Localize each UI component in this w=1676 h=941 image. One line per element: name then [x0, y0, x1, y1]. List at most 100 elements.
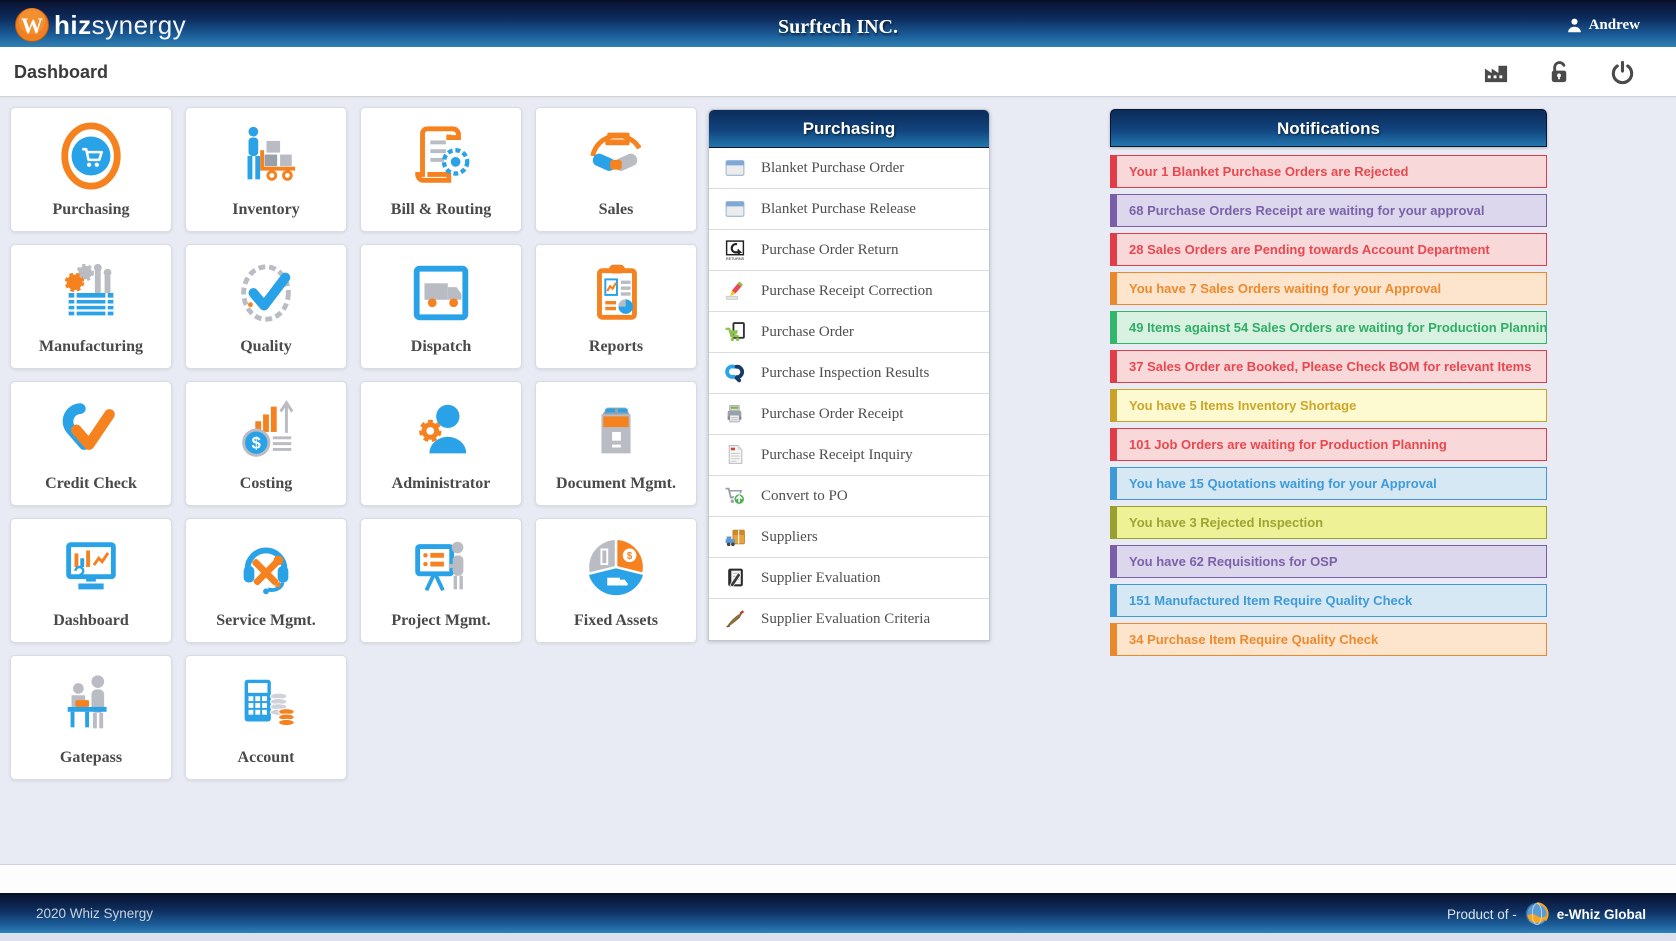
menu-item-supplier-evaluation-criteria[interactable]: Supplier Evaluation Criteria	[709, 599, 989, 640]
module-tile-sales[interactable]: Sales	[535, 107, 697, 232]
box-truck-icon	[724, 526, 746, 548]
menu-item-blanket-purchase-order[interactable]: Blanket Purchase Order	[709, 148, 989, 189]
notification-item[interactable]: 49 Items against 54 Sales Orders are wai…	[1110, 311, 1547, 344]
module-tile-project-mgmt[interactable]: Project Mgmt.	[360, 518, 522, 643]
document-page-icon	[724, 444, 746, 466]
module-tile-costing[interactable]: $ Costing	[185, 381, 347, 506]
tile-label: Project Mgmt.	[391, 612, 490, 630]
notification-item[interactable]: You have 3 Rejected Inspection	[1110, 506, 1547, 539]
footer-spacer	[0, 864, 1676, 893]
menu-item-label: Purchase Receipt Correction	[761, 283, 933, 300]
notification-item[interactable]: You have 15 Quotations waiting for your …	[1110, 467, 1547, 500]
tile-label: Sales	[599, 201, 634, 219]
footer-bar: 2020 Whiz Synergy Product of - e-Whiz Gl…	[0, 893, 1676, 933]
svg-text:$: $	[252, 433, 261, 452]
menu-item-label: Purchase Order Receipt	[761, 406, 903, 423]
module-tile-dashboard[interactable]: Dashboard	[10, 518, 172, 643]
notification-item[interactable]: 37 Sales Order are Booked, Please Check …	[1110, 350, 1547, 383]
footer-product-prefix: Product of -	[1447, 907, 1517, 922]
menu-item-purchase-order-return[interactable]: RETURNS Purchase Order Return	[709, 230, 989, 271]
module-tile-service-mgmt[interactable]: Service Mgmt.	[185, 518, 347, 643]
notification-item[interactable]: 28 Sales Orders are Pending towards Acco…	[1110, 233, 1547, 266]
menu-item-purchase-receipt-correction[interactable]: Purchase Receipt Correction	[709, 271, 989, 312]
unlock-icon[interactable]	[1546, 59, 1573, 86]
reports-clipboard-icon	[581, 258, 651, 328]
service-headset-icon	[231, 532, 301, 602]
menu-item-suppliers[interactable]: Suppliers	[709, 517, 989, 558]
tile-label: Fixed Assets	[574, 612, 658, 630]
notebook-pen-icon	[724, 567, 746, 589]
module-tile-dispatch[interactable]: Dispatch	[360, 244, 522, 369]
window-icon	[724, 157, 746, 179]
menu-item-purchase-receipt-inquiry[interactable]: Purchase Receipt Inquiry	[709, 435, 989, 476]
menu-item-purchase-order-receipt[interactable]: Purchase Order Receipt	[709, 394, 989, 435]
window-icon	[724, 198, 746, 220]
menu-item-label: Supplier Evaluation	[761, 570, 881, 587]
sales-handshake-icon	[581, 121, 651, 191]
notifications-list: Your 1 Blanket Purchase Orders are Rejec…	[1110, 155, 1547, 656]
module-tile-purchasing[interactable]: Purchasing	[10, 107, 172, 232]
notification-item[interactable]: 68 Purchase Orders Receipt are waiting f…	[1110, 194, 1547, 227]
notification-item[interactable]: 101 Job Orders are waiting for Productio…	[1110, 428, 1547, 461]
toolbar: Dashboard	[0, 47, 1676, 97]
returns-icon: RETURNS	[724, 239, 746, 261]
menu-item-purchase-order[interactable]: Purchase Order	[709, 312, 989, 353]
quill-pen-icon	[724, 609, 746, 631]
tile-label: Administrator	[392, 475, 491, 493]
module-tile-credit-check[interactable]: Credit Check	[10, 381, 172, 506]
tile-label: Gatepass	[60, 749, 122, 767]
module-tile-manufacturing[interactable]: Manufacturing	[10, 244, 172, 369]
gatepass-desk-icon	[56, 669, 126, 739]
dashboard-monitor-icon	[56, 532, 126, 602]
menu-item-label: Blanket Purchase Release	[761, 201, 916, 218]
footer-copyright: 2020 Whiz Synergy	[36, 895, 153, 933]
power-icon[interactable]	[1609, 59, 1636, 86]
module-tile-account[interactable]: Account	[185, 655, 347, 780]
notification-item[interactable]: 151 Manufactured Item Require Quality Ch…	[1110, 584, 1547, 617]
purchasing-panel: Purchasing Blanket Purchase Order Blanke…	[708, 109, 990, 641]
module-tile-fixed-assets[interactable]: $ Fixed Assets	[535, 518, 697, 643]
notification-item[interactable]: You have 5 Items Inventory Shortage	[1110, 389, 1547, 422]
notification-item[interactable]: You have 62 Requisitions for OSP	[1110, 545, 1547, 578]
menu-item-blanket-purchase-release[interactable]: Blanket Purchase Release	[709, 189, 989, 230]
costing-chart-icon: $	[231, 395, 301, 465]
module-tile-quality[interactable]: Quality	[185, 244, 347, 369]
notification-item[interactable]: Your 1 Blanket Purchase Orders are Rejec…	[1110, 155, 1547, 188]
administrator-user-gear-icon	[406, 395, 476, 465]
module-tile-inventory[interactable]: Inventory	[185, 107, 347, 232]
footer-brand-name[interactable]: e-Whiz Global	[1557, 907, 1646, 922]
tile-label: Account	[238, 749, 295, 767]
user-name: Andrew	[1589, 17, 1640, 34]
user-menu[interactable]: Andrew	[1566, 16, 1640, 35]
module-tile-gatepass[interactable]: Gatepass	[10, 655, 172, 780]
tile-label: Costing	[240, 475, 292, 493]
module-tile-bill-routing[interactable]: Bill & Routing	[360, 107, 522, 232]
module-tile-reports[interactable]: Reports	[535, 244, 697, 369]
menu-item-convert-to-po[interactable]: Convert to PO	[709, 476, 989, 517]
manufacturing-factory-icon	[56, 258, 126, 328]
printer-icon	[724, 403, 746, 425]
factory-icon[interactable]	[1483, 59, 1510, 86]
module-tile-document-mgmt[interactable]: Document Mgmt.	[535, 381, 697, 506]
module-tiles-grid: Purchasing Inventory Bill & Routing Sale…	[10, 107, 710, 780]
bill-routing-scroll-icon	[406, 121, 476, 191]
tile-label: Document Mgmt.	[556, 475, 676, 493]
purchasing-menu-list: Blanket Purchase Order Blanket Purchase …	[709, 148, 989, 640]
tile-label: Manufacturing	[39, 338, 143, 356]
svg-text:RETURNS: RETURNS	[726, 257, 745, 261]
menu-item-purchase-inspection-results[interactable]: Purchase Inspection Results	[709, 353, 989, 394]
svg-text:$: $	[627, 551, 633, 562]
menu-item-label: Purchase Order Return	[761, 242, 898, 259]
module-tile-administrator[interactable]: Administrator	[360, 381, 522, 506]
tile-label: Dashboard	[53, 612, 129, 630]
menu-item-label: Purchase Receipt Inquiry	[761, 447, 913, 464]
notification-item[interactable]: 34 Purchase Item Require Quality Check	[1110, 623, 1547, 656]
menu-item-label: Purchase Order	[761, 324, 854, 341]
notification-item[interactable]: You have 7 Sales Orders waiting for your…	[1110, 272, 1547, 305]
tile-label: Service Mgmt.	[216, 612, 316, 630]
dispatch-truck-icon	[406, 258, 476, 328]
cart-page-icon	[724, 321, 746, 343]
whiz-synergy-logo: W hizsynergy	[14, 7, 186, 43]
credit-check-mark-icon	[56, 395, 126, 465]
menu-item-supplier-evaluation[interactable]: Supplier Evaluation	[709, 558, 989, 599]
